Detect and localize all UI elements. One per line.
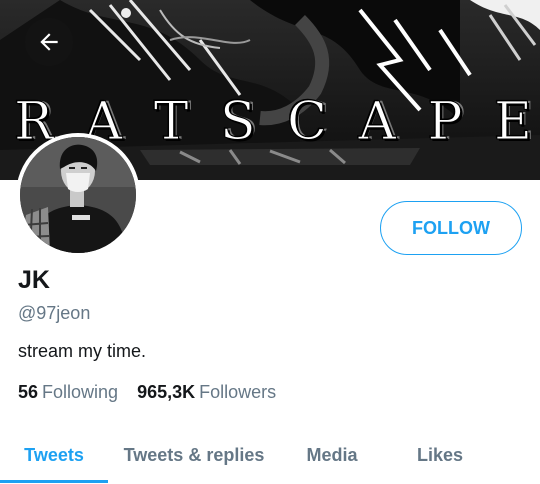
profile-tabs: Tweets Tweets & replies Media Likes <box>0 428 540 484</box>
avatar[interactable] <box>16 133 140 257</box>
arrow-left-icon <box>40 33 58 51</box>
following-count: 56 <box>18 382 39 402</box>
following-stat[interactable]: 56 Following <box>18 382 118 403</box>
tab-media[interactable]: Media <box>280 428 384 482</box>
banner-letter: E <box>494 92 534 153</box>
banner-letter: P <box>427 92 465 153</box>
tab-tweets-and-replies[interactable]: Tweets & replies <box>108 428 280 482</box>
banner-letter: T <box>153 92 191 153</box>
followers-count: 965,3K <box>137 382 196 402</box>
user-handle: @97jeon <box>18 303 91 323</box>
profile-stats: 56 Following 965,3K Followers <box>18 382 290 403</box>
active-tab-indicator <box>0 480 108 483</box>
profile-page: R A T S C A P E FOLLOW JK @97jeon stream… <box>0 0 540 484</box>
back-button[interactable] <box>25 18 73 66</box>
followers-stat[interactable]: 965,3K Followers <box>137 382 276 403</box>
banner-letter: C <box>287 92 329 153</box>
display-name: JK <box>18 266 50 294</box>
avatar-photo <box>20 137 136 253</box>
tab-tweets[interactable]: Tweets <box>0 428 108 482</box>
follow-button[interactable]: FOLLOW <box>380 201 522 255</box>
following-label: Following <box>42 382 119 402</box>
tab-likes[interactable]: Likes <box>384 428 496 482</box>
banner-letter: S <box>219 92 258 153</box>
banner-letter: A <box>358 92 398 153</box>
followers-label: Followers <box>199 382 277 402</box>
bio-text: stream my time. <box>18 341 147 361</box>
